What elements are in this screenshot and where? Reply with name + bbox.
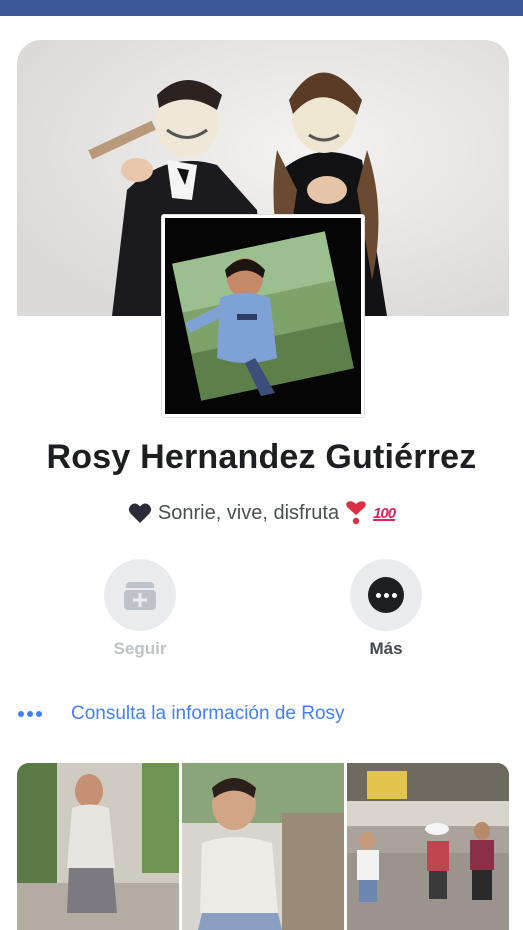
more-button-circle[interactable] bbox=[350, 559, 422, 631]
follow-box-plus-icon bbox=[124, 582, 156, 610]
follow-label: Seguir bbox=[113, 639, 167, 658]
more-button[interactable]: Más bbox=[350, 559, 422, 659]
photo-thumbnail[interactable] bbox=[17, 763, 179, 930]
profile-picture[interactable] bbox=[162, 215, 364, 417]
photo-grid bbox=[17, 763, 509, 930]
hundred-points-icon: 100 bbox=[373, 504, 396, 522]
dots-icon bbox=[18, 711, 46, 717]
photo-thumbnail[interactable] bbox=[347, 763, 509, 930]
profile-name: Rosy Hernandez Gutiérrez bbox=[46, 438, 477, 476]
profile-bio: Sonrie, vive, disfruta 100 bbox=[0, 501, 523, 525]
black-heart-icon bbox=[128, 503, 152, 523]
see-info-text[interactable]: Consulta la información de Rosy bbox=[71, 703, 345, 725]
more-label: Más bbox=[369, 639, 403, 658]
see-info-link[interactable]: Consulta la información de Rosy bbox=[18, 703, 345, 725]
follow-button-circle[interactable] bbox=[104, 559, 176, 631]
photo-thumbnail[interactable] bbox=[182, 763, 344, 930]
top-bar bbox=[0, 0, 523, 16]
follow-button[interactable]: Seguir bbox=[104, 559, 176, 659]
more-dots-icon bbox=[368, 577, 404, 613]
bio-text: Sonrie, vive, disfruta bbox=[157, 501, 340, 524]
red-heart-exclamation-icon bbox=[346, 501, 366, 525]
